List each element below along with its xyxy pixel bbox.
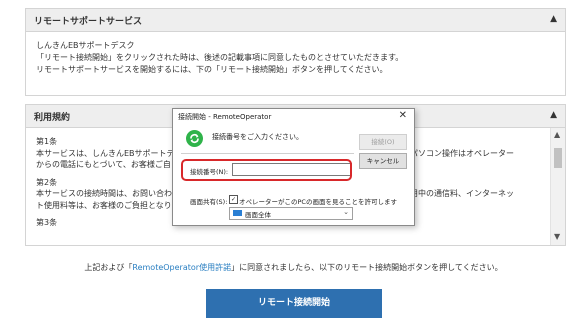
agreement-text: 上記および「RemoteOperator使用許諾」に同意されましたら、以下のリモ…: [0, 262, 587, 273]
chevron-down-icon[interactable]: ⌄: [343, 208, 349, 216]
monitor-icon: [233, 210, 242, 216]
screen-share-checkbox[interactable]: ✓: [229, 195, 238, 204]
dialog-prompt: 接続番号をご入力ください。: [212, 133, 303, 141]
collapse-caret-icon[interactable]: ▲: [550, 14, 557, 24]
collapse-caret-icon[interactable]: ▲: [550, 110, 557, 120]
cancel-button[interactable]: キャンセル: [359, 153, 407, 169]
scroll-up-icon[interactable]: ▲: [554, 130, 560, 139]
close-icon[interactable]: ✕: [399, 110, 407, 121]
screen-select-value: 画面全体: [245, 211, 271, 219]
license-link[interactable]: RemoteOperator使用許諾: [132, 263, 231, 272]
connect-ok-button[interactable]: 接続(O): [359, 134, 407, 150]
remote-support-body: しんきんEBサポートデスク 「リモート接続開始」をクリックされた時は、後述の記載…: [26, 32, 565, 84]
remote-operator-logo-icon: [186, 130, 203, 147]
screen-select-dropdown[interactable]: 画面全体 ⌄: [229, 207, 353, 220]
scroll-down-icon[interactable]: ▼: [554, 232, 560, 241]
screen-share-checkbox-label[interactable]: オペレーターがこのPCの画面を見ることを許可します: [239, 196, 397, 206]
support-desk-line: しんきんEBサポートデスク: [36, 41, 135, 50]
remote-support-header[interactable]: リモートサポートサービス ▲: [26, 9, 565, 32]
terms-scrollbar[interactable]: ▲ ▼: [550, 128, 565, 245]
scroll-thumb[interactable]: [554, 148, 562, 168]
article-1-line-1-left: 本サービスは、しんきんEBサポートデ: [36, 148, 175, 158]
remote-connect-button[interactable]: リモート接続開始: [206, 289, 382, 318]
highlight-annotation: [181, 159, 352, 181]
terms-title: 利用規約: [34, 113, 71, 123]
agreement-suffix: 」に同意されましたら、以下のリモート接続開始ボタンを押してください。: [231, 263, 503, 272]
screen-share-label: 画面共有(S):: [190, 198, 228, 206]
agreement-prefix: 上記および「: [84, 263, 133, 272]
dialog-title: 接続開始 - RemoteOperator: [178, 113, 272, 121]
start-instruction-line: リモートサポートサービスを開始するには、下の「リモート接続開始」ボタンを押してく…: [36, 65, 388, 74]
article-2-line-1-left: 本サービスの接続時間は、お問い合わ: [36, 189, 172, 198]
divider: [181, 153, 354, 154]
remote-support-title: リモートサポートサービス: [34, 17, 143, 27]
remote-support-panel: リモートサポートサービス ▲ しんきんEBサポートデスク 「リモート接続開始」を…: [25, 8, 566, 96]
consent-line: 「リモート接続開始」をクリックされた時は、後述の記載事項に同意したものとさせてい…: [36, 53, 404, 62]
